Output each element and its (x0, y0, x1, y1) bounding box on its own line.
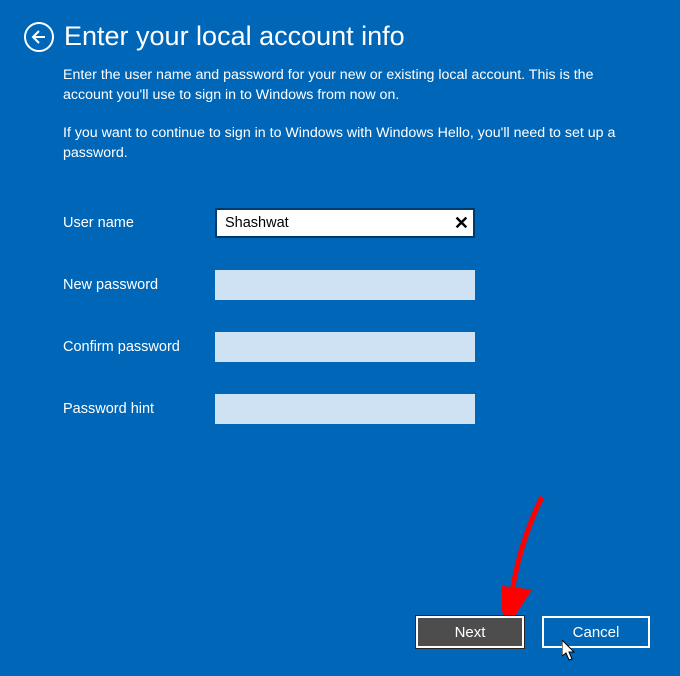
account-form: User name ✕ New password Confirm passwor… (63, 208, 617, 424)
description-paragraph-2: If you want to continue to sign in to Wi… (63, 124, 617, 164)
passwordhint-row: Password hint (63, 394, 617, 424)
clear-input-icon[interactable]: ✕ (454, 214, 469, 232)
username-label: User name (63, 215, 215, 231)
username-input[interactable] (215, 208, 475, 238)
annotation-arrow (502, 492, 562, 622)
confirmpassword-input-wrap (215, 332, 475, 362)
confirmpassword-label: Confirm password (63, 339, 215, 355)
newpassword-label: New password (63, 277, 215, 293)
cancel-button[interactable]: Cancel (542, 616, 650, 648)
content-area: Enter the user name and password for you… (0, 60, 680, 424)
confirmpassword-input[interactable] (215, 332, 475, 362)
username-input-wrap: ✕ (215, 208, 475, 238)
page-header: Enter your local account info (0, 0, 680, 60)
next-button[interactable]: Next (416, 616, 524, 648)
description-paragraph-1: Enter the user name and password for you… (63, 66, 617, 106)
username-row: User name ✕ (63, 208, 617, 238)
page-title: Enter your local account info (64, 22, 405, 52)
footer-buttons: Next Cancel (416, 616, 650, 648)
newpassword-input-wrap (215, 270, 475, 300)
passwordhint-label: Password hint (63, 401, 215, 417)
arrow-left-icon (31, 29, 47, 45)
back-button[interactable] (24, 22, 54, 52)
newpassword-row: New password (63, 270, 617, 300)
passwordhint-input[interactable] (215, 394, 475, 424)
confirmpassword-row: Confirm password (63, 332, 617, 362)
passwordhint-input-wrap (215, 394, 475, 424)
newpassword-input[interactable] (215, 270, 475, 300)
